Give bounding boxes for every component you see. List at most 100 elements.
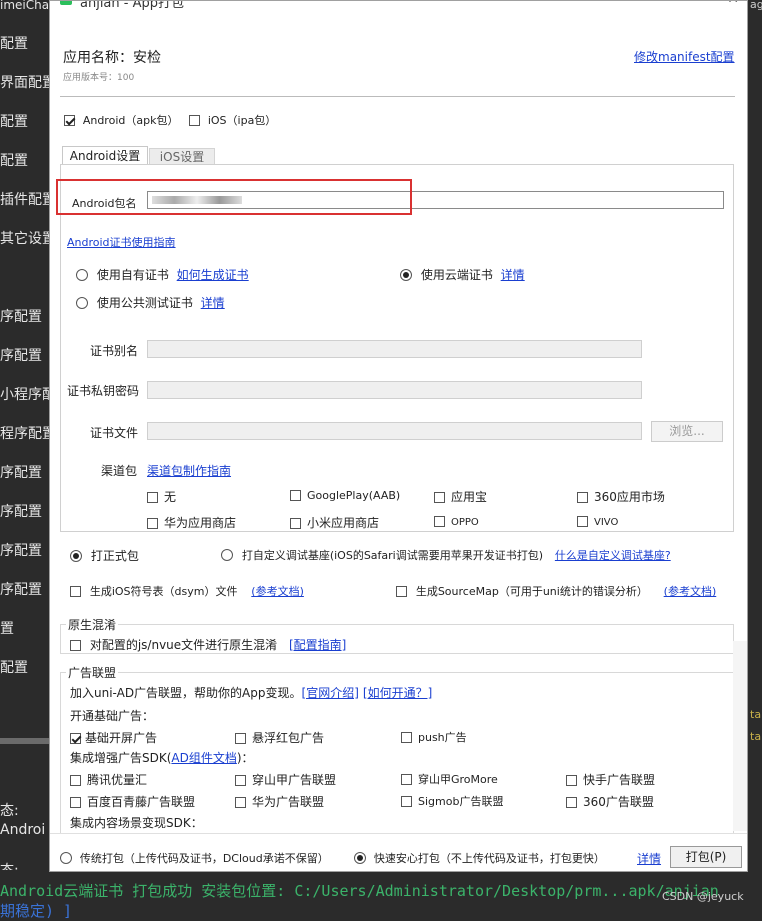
sidebar-entry[interactable]: 序配置 xyxy=(0,306,42,326)
cert-alias-input[interactable] xyxy=(147,340,642,358)
cert-file-input[interactable] xyxy=(147,422,642,440)
sidebar-entry[interactable]: 界面配置 xyxy=(0,72,56,92)
cert-guide-link[interactable]: Android证书使用指南 xyxy=(67,234,176,250)
cloud-cert-detail-link[interactable]: 详情 xyxy=(501,268,525,282)
android-platform-checkbox[interactable]: Android（apk包） xyxy=(64,112,178,128)
sidebar-entry[interactable]: 配置 xyxy=(0,150,28,170)
checkbox-icon[interactable] xyxy=(577,492,588,503)
ads-sdk-checkbox[interactable]: 360广告联盟 xyxy=(566,793,654,810)
sidebar-entry[interactable]: 插件配置 xyxy=(0,189,56,209)
sidebar-entry[interactable]: 序配置 xyxy=(0,462,42,482)
checkbox-icon[interactable] xyxy=(70,797,81,808)
how-to-generate-cert-link[interactable]: 如何生成证书 xyxy=(177,268,249,282)
channel-guide-link[interactable]: 渠道包制作指南 xyxy=(147,462,231,479)
sidebar-entry[interactable]: 置 xyxy=(0,618,14,638)
checkbox-icon[interactable] xyxy=(235,733,246,744)
public-cert-radio[interactable]: 使用公共测试证书 详情 xyxy=(76,294,225,311)
formal-build-radio[interactable]: 打正式包 xyxy=(70,547,139,564)
traditional-pack-radio[interactable]: 传统打包（上传代码及证书，DCloud承诺不保留） xyxy=(60,850,329,866)
sidebar-entry[interactable]: 序配置 xyxy=(0,501,42,521)
custom-base-radio[interactable]: 打自定义调试基座(iOS的Safari调试需要用苹果开发证书打包) 什么是自定义… xyxy=(221,547,671,563)
channel-huawei-checkbox[interactable]: 华为应用商店 xyxy=(147,514,236,531)
sidebar-entry[interactable]: 配置 xyxy=(0,657,28,677)
scrollbar[interactable] xyxy=(733,641,747,831)
radio-icon[interactable] xyxy=(221,549,233,561)
close-icon[interactable]: ✕ xyxy=(727,1,739,7)
channel-googleplay-checkbox[interactable]: GooglePlay(AAB) xyxy=(290,488,400,502)
checkbox-icon[interactable] xyxy=(434,516,445,527)
ads-basic-push-checkbox[interactable]: push广告 xyxy=(401,729,467,745)
sidebar-entry[interactable]: 序配置 xyxy=(0,345,42,365)
browse-button[interactable]: 浏览... xyxy=(651,421,723,442)
checkbox-icon[interactable] xyxy=(64,115,75,126)
ads-sdk-checkbox[interactable]: 穿山甲GroMore xyxy=(401,771,498,787)
sourcemap-checkbox[interactable]: 生成SourceMap（可用于uni统计的错误分析） (参考文档) xyxy=(396,583,716,599)
pack-button[interactable]: 打包(P) xyxy=(670,846,742,868)
ads-sdk-checkbox[interactable]: Sigmob广告联盟 xyxy=(401,793,503,809)
obfuscation-guide-link[interactable]: [配置指南] xyxy=(289,638,346,652)
fast-pack-radio[interactable]: 快速安心打包（不上传代码及证书，打包更快） xyxy=(354,850,605,866)
checkbox-icon[interactable] xyxy=(401,796,412,807)
checkbox-icon[interactable] xyxy=(396,586,407,597)
channel-vivo-checkbox[interactable]: VIVO xyxy=(577,514,618,528)
sidebar-entry[interactable]: 程序配置 xyxy=(0,423,56,443)
sidebar-entry[interactable]: 配置 xyxy=(0,33,28,53)
checkbox-icon[interactable] xyxy=(566,775,577,786)
dsym-checkbox[interactable]: 生成iOS符号表（dsym）文件 (参考文档) xyxy=(70,583,304,599)
ads-how-to-link[interactable]: [如何开通？] xyxy=(363,686,432,700)
sidebar-entry[interactable]: 序配置 xyxy=(0,540,42,560)
radio-icon[interactable] xyxy=(76,269,88,281)
ads-sdk-checkbox[interactable]: 穿山甲广告联盟 xyxy=(235,771,336,788)
sourcemap-doc-link[interactable]: (参考文档) xyxy=(664,585,717,598)
radio-icon[interactable] xyxy=(354,852,366,864)
sidebar-entry[interactable]: 序配置 xyxy=(0,579,42,599)
checkbox-icon[interactable] xyxy=(290,490,301,501)
checkbox-icon[interactable] xyxy=(577,516,588,527)
ios-platform-checkbox[interactable]: iOS（ipa包） xyxy=(189,112,276,128)
ads-sdk-checkbox[interactable]: 快手广告联盟 xyxy=(566,771,655,788)
sidebar-entry[interactable]: 配置 xyxy=(0,111,28,131)
modify-manifest-link[interactable]: 修改manifest配置 xyxy=(634,48,735,65)
tab-android-settings[interactable]: Android设置 xyxy=(62,146,148,164)
radio-icon[interactable] xyxy=(76,297,88,309)
channel-yingyongbao-checkbox[interactable]: 应用宝 xyxy=(434,488,487,505)
checkbox-icon[interactable] xyxy=(70,586,81,597)
channel-xiaomi-checkbox[interactable]: 小米应用商店 xyxy=(290,514,379,531)
ads-basic-splash-checkbox[interactable]: 基础开屏广告 xyxy=(70,729,157,746)
channel-oppo-checkbox[interactable]: OPPO xyxy=(434,514,479,528)
public-cert-detail-link[interactable]: 详情 xyxy=(201,296,225,310)
obfuscation-checkbox[interactable]: 对配置的js/nvue文件进行原生混淆 [配置指南] xyxy=(70,636,346,653)
radio-icon[interactable] xyxy=(400,269,412,281)
checkbox-icon[interactable] xyxy=(401,732,412,743)
radio-icon[interactable] xyxy=(60,852,72,864)
checkbox-icon[interactable] xyxy=(147,518,158,529)
ad-component-doc-link[interactable]: AD组件文档 xyxy=(171,751,236,765)
radio-icon[interactable] xyxy=(70,550,82,562)
own-cert-radio[interactable]: 使用自有证书 如何生成证书 xyxy=(76,266,249,283)
checkbox-icon[interactable] xyxy=(70,775,81,786)
checkbox-icon[interactable] xyxy=(147,492,158,503)
checkbox-icon[interactable] xyxy=(70,733,81,744)
dsym-doc-link[interactable]: (参考文档) xyxy=(251,585,304,598)
checkbox-icon[interactable] xyxy=(434,492,445,503)
fast-pack-detail-link[interactable]: 详情 xyxy=(637,850,661,867)
checkbox-icon[interactable] xyxy=(70,640,81,651)
channel-360-checkbox[interactable]: 360应用市场 xyxy=(577,488,665,505)
tab-ios-settings[interactable]: iOS设置 xyxy=(149,148,215,164)
checkbox-icon[interactable] xyxy=(401,774,412,785)
checkbox-icon[interactable] xyxy=(189,115,200,126)
sidebar-entry[interactable]: imeiCha xyxy=(0,0,49,12)
cert-key-input[interactable] xyxy=(147,381,642,399)
checkbox-icon[interactable] xyxy=(235,775,246,786)
cloud-cert-radio[interactable]: 使用云端证书 详情 xyxy=(400,266,525,283)
channel-none-checkbox[interactable]: 无 xyxy=(147,488,176,505)
sidebar-entry[interactable]: 小程序配 xyxy=(0,384,56,404)
ads-official-link[interactable]: [官网介绍] xyxy=(302,686,359,700)
custom-base-link[interactable]: 什么是自定义调试基座? xyxy=(555,549,671,562)
sidebar-entry[interactable]: 其它设置 xyxy=(0,228,56,248)
ads-sdk-checkbox[interactable]: 华为广告联盟 xyxy=(235,793,324,810)
ads-sdk-checkbox[interactable]: 百度百青藤广告联盟 xyxy=(70,793,195,810)
checkbox-icon[interactable] xyxy=(290,518,301,529)
ads-sdk-checkbox[interactable]: 腾讯优量汇 xyxy=(70,771,147,788)
ads-basic-redpack-checkbox[interactable]: 悬浮红包广告 xyxy=(235,729,324,746)
